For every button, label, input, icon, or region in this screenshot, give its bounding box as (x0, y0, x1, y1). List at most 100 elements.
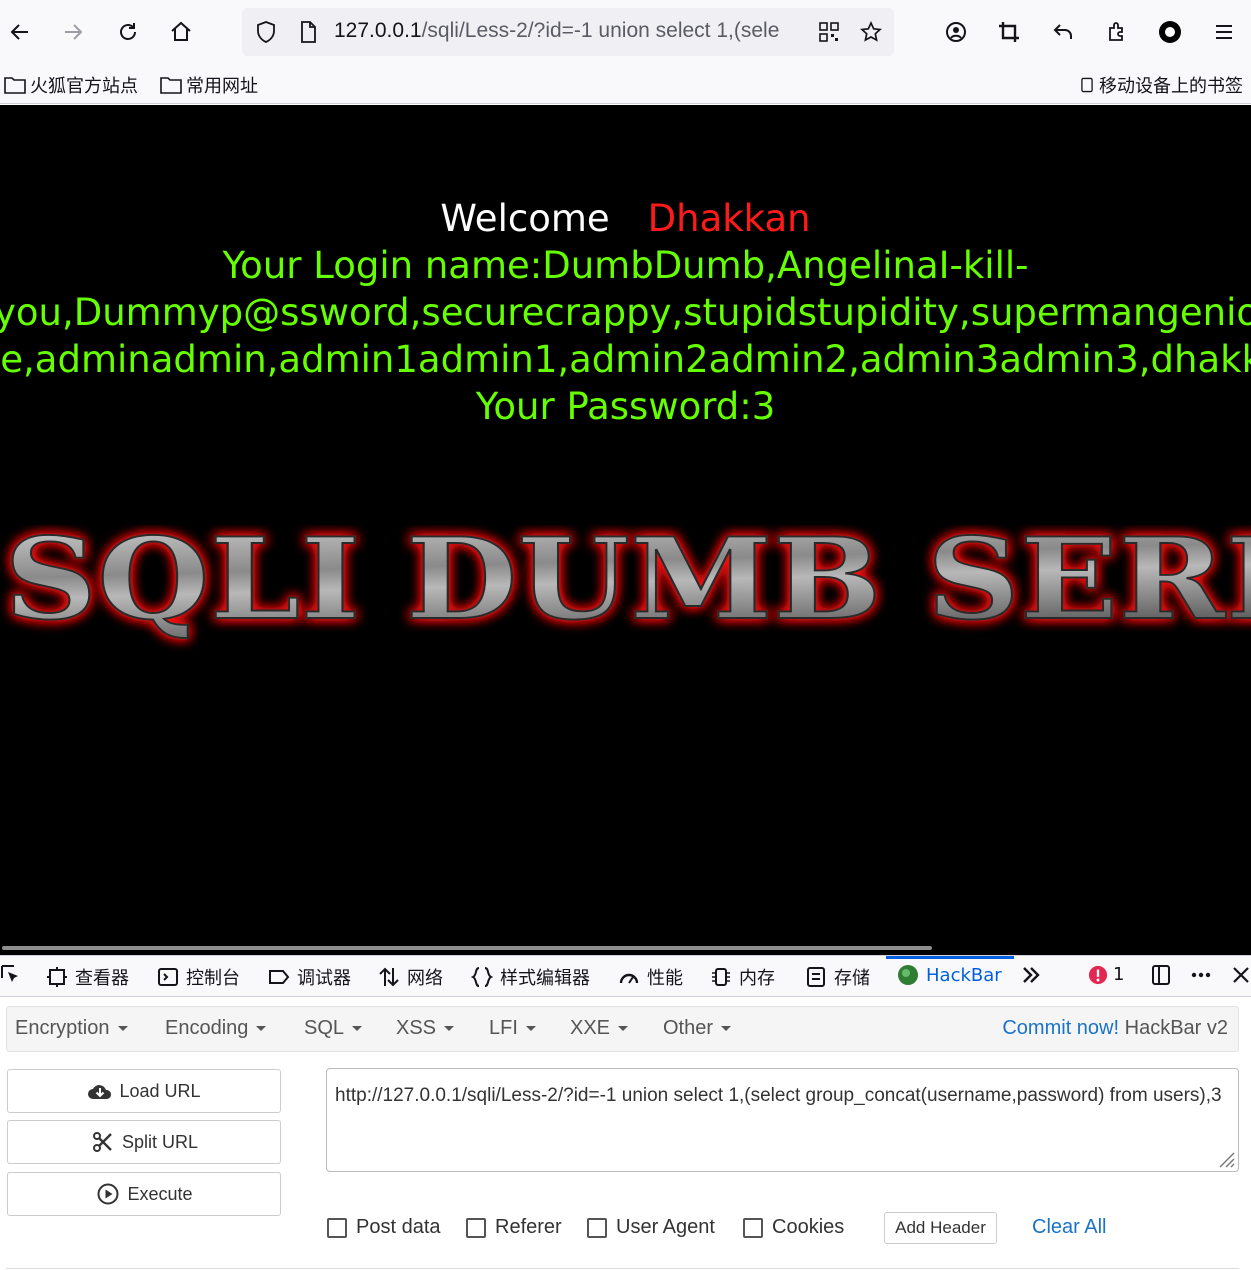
undo-icon (1053, 24, 1072, 39)
menu-other[interactable]: Other (663, 1017, 732, 1040)
caret-down-icon (256, 1026, 267, 1032)
close-devtools-button[interactable] (1230, 964, 1251, 986)
menu-lfi[interactable]: LFI (489, 1017, 536, 1040)
home-button[interactable] (163, 14, 199, 50)
menu-sql[interactable]: SQL (304, 1017, 363, 1040)
reload-button[interactable] (110, 14, 146, 50)
checkbox-user-agent[interactable]: User Agent (587, 1216, 715, 1239)
ellipsis-icon (1191, 972, 1211, 978)
url-textarea[interactable]: http://127.0.0.1/sqli/Less-2/?id=-1 unio… (326, 1068, 1239, 1172)
hackbar-icon (898, 965, 918, 985)
screenshot-button[interactable] (991, 14, 1027, 50)
menu-encryption[interactable]: Encryption (15, 1017, 128, 1040)
bookmark-folder-common[interactable]: 常用网址 (160, 72, 258, 98)
debugger-icon (269, 970, 290, 984)
star-icon[interactable] (859, 20, 883, 44)
performance-icon (619, 973, 639, 984)
arrow-right-icon (65, 24, 83, 40)
tab-performance[interactable]: 性能 (618, 964, 683, 990)
caret-down-icon (721, 1026, 732, 1032)
checkbox-box[interactable] (466, 1217, 486, 1238)
checkbox-label: Post data (356, 1216, 441, 1238)
element-picker-button[interactable] (0, 964, 22, 986)
resize-grip-icon[interactable] (1215, 1148, 1235, 1168)
tab-hackbar[interactable]: HackBar (897, 964, 1002, 986)
checkbox-cookies[interactable]: Cookies (743, 1216, 844, 1239)
sqli-dumb-series-banner: SQLI DUMB SERIE (3, 525, 1251, 646)
active-tab-indicator (886, 956, 1014, 959)
devtools-options-button[interactable] (1190, 964, 1212, 986)
forward-button[interactable] (55, 14, 91, 50)
phone-icon (1081, 77, 1093, 93)
shield-icon[interactable] (254, 20, 278, 44)
menu-encoding[interactable]: Encoding (165, 1017, 267, 1040)
tab-label: 性能 (647, 968, 683, 989)
welcome-text: Welcome (440, 197, 610, 240)
extensions-button[interactable] (1099, 14, 1135, 50)
execute-button[interactable]: Execute (7, 1172, 281, 1216)
mobile-bookmarks[interactable]: 移动设备上的书签 (1079, 72, 1243, 98)
checkbox-box[interactable] (743, 1217, 763, 1238)
error-counter[interactable]: 1 (1088, 964, 1124, 985)
mobile-bookmarks-label: 移动设备上的书签 (1099, 76, 1243, 97)
bookmark-folder-firefox[interactable]: 火狐官方站点 (4, 72, 138, 98)
tab-debugger[interactable]: 调试器 (268, 964, 351, 990)
home-icon (171, 21, 191, 41)
tab-inspector[interactable]: 查看器 (46, 964, 129, 990)
responsive-icon (1152, 965, 1170, 985)
tab-console[interactable]: 控制台 (157, 964, 240, 990)
folder-icon (160, 77, 182, 94)
tab-label: 控制台 (186, 968, 240, 989)
checkbox-referer[interactable]: Referer (466, 1216, 562, 1239)
scissors-icon (92, 1132, 112, 1152)
tab-label: HackBar (926, 964, 1002, 986)
checkbox-box[interactable] (327, 1217, 347, 1238)
profile-button[interactable] (1152, 14, 1188, 50)
page-icon[interactable] (296, 20, 320, 44)
caret-down-icon (117, 1026, 128, 1032)
tab-storage[interactable]: 存储 (805, 964, 870, 990)
account-button[interactable] (938, 14, 974, 50)
tab-label: 存储 (834, 968, 870, 989)
clear-all-link[interactable]: Clear All (1032, 1216, 1106, 1239)
menu-xxe[interactable]: XXE (570, 1017, 629, 1040)
undo-button[interactable] (1045, 14, 1081, 50)
network-icon (379, 967, 399, 987)
url-text[interactable]: 127.0.0.1/sqli/Less-2/?id=-1 union selec… (334, 19, 814, 43)
tab-memory[interactable]: 内存 (710, 964, 775, 990)
puzzle-icon (1109, 22, 1123, 41)
split-url-button[interactable]: Split URL (7, 1120, 281, 1164)
back-button[interactable] (2, 14, 38, 50)
folder-icon (4, 77, 26, 94)
checkbox-post-data[interactable]: Post data (327, 1216, 441, 1239)
console-icon (158, 968, 178, 986)
bookmarks-bar: 火狐官方站点 常用网址 移动设备上的书签 (0, 64, 1251, 104)
load-url-button[interactable]: Load URL (7, 1069, 281, 1113)
add-header-button[interactable]: Add Header (884, 1212, 997, 1244)
tab-style-editor[interactable]: 样式编辑器 (471, 964, 590, 990)
button-label: Execute (127, 1183, 193, 1204)
tab-label: 样式编辑器 (500, 968, 590, 989)
commit-link[interactable]: Commit now! HackBar v2 (1002, 1017, 1228, 1040)
password-line: Your Password:3 (475, 385, 776, 428)
checkbox-box[interactable] (587, 1217, 607, 1238)
banner-text: SQLI DUMB SERIE (4, 525, 1251, 645)
checkbox-label: Cookies (772, 1216, 845, 1238)
login-line-2: you,Dummyp@ssword,securecrappy,stupidstu… (0, 291, 1251, 334)
menu-button[interactable] (1206, 14, 1242, 50)
picker-icon (1, 965, 18, 982)
url-bar[interactable]: 127.0.0.1/sqli/Less-2/?id=-1 union selec… (242, 8, 894, 56)
more-tabs-button[interactable] (1020, 964, 1042, 986)
user-name: Dhakkan (647, 197, 811, 240)
page-horizontal-scrollbar[interactable] (2, 946, 932, 950)
tab-network[interactable]: 网络 (378, 964, 443, 990)
qr-code-icon[interactable] (817, 20, 841, 44)
devtools-tabbar: 查看器 控制台 调试器 网络 样式编辑器 性能 内存 存储 HackBar 1 (0, 955, 1251, 997)
menu-xss[interactable]: XSS (396, 1017, 455, 1040)
caret-down-icon (444, 1026, 455, 1032)
checkbox-label: User Agent (616, 1216, 715, 1238)
checkbox-label: Referer (495, 1216, 562, 1238)
responsive-design-button[interactable] (1150, 964, 1172, 986)
caret-down-icon (618, 1026, 629, 1032)
inspector-icon (47, 967, 67, 987)
